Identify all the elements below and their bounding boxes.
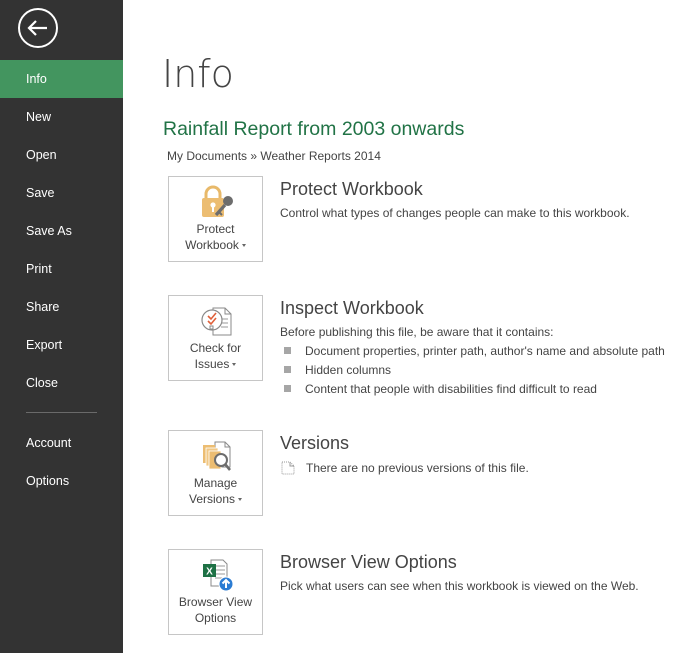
browser-view-options-button[interactable]: X Browser View Options: [168, 549, 263, 635]
versions-description: There are no previous versions of this f…: [306, 461, 529, 475]
svg-text:X: X: [206, 567, 213, 578]
inspect-item: Hidden columns: [305, 363, 392, 377]
nav-export[interactable]: Export: [0, 326, 123, 364]
nav-new[interactable]: New: [0, 98, 123, 136]
browser-view-options-description: Pick what users can see when this workbo…: [280, 579, 639, 593]
protect-workbook-description: Control what types of changes people can…: [280, 206, 630, 220]
inspect-label-line2: Issues: [194, 357, 230, 371]
dropdown-caret-icon: [238, 498, 243, 502]
protect-workbook-title: Protect Workbook: [280, 179, 423, 199]
nav-divider: [26, 412, 97, 413]
page-title: Info: [162, 52, 234, 96]
backstage-sidebar: Info New Open Save Save As Print Share E…: [0, 0, 123, 653]
lock-key-icon: [202, 185, 233, 217]
bullet-icon: [284, 347, 291, 354]
browser-view-options-title: Browser View Options: [280, 552, 457, 572]
inspect-label-line1: Check for: [189, 341, 242, 355]
manage-versions-label: Manage Versions: [169, 475, 262, 507]
nav-save[interactable]: Save: [0, 174, 123, 212]
nav-account[interactable]: Account: [0, 424, 123, 462]
nav-open[interactable]: Open: [0, 136, 123, 174]
info-pane: Info Rainfall Report from 2003 onwards M…: [123, 0, 685, 653]
versions-label-line1: Manage: [193, 476, 238, 490]
inspect-workbook-title: Inspect Workbook: [280, 298, 424, 318]
bullet-icon: [284, 366, 291, 373]
nav-options[interactable]: Options: [0, 462, 123, 500]
back-button[interactable]: [18, 8, 58, 48]
protect-label-line1: Protect: [196, 222, 235, 236]
nav-print[interactable]: Print: [0, 250, 123, 288]
inspect-item: Document properties, printer path, autho…: [305, 344, 665, 358]
check-for-issues-button[interactable]: Check for Issues: [168, 295, 263, 381]
excel-browser-view-icon: X: [203, 559, 234, 592]
nav-share[interactable]: Share: [0, 288, 123, 326]
manage-versions-button[interactable]: Manage Versions: [168, 430, 263, 516]
bullet-icon: [284, 385, 291, 392]
dropdown-caret-icon: [241, 244, 246, 248]
document-version-icon: [281, 461, 295, 475]
nav-save-as[interactable]: Save As: [0, 212, 123, 250]
inspect-item: Content that people with disabilities fi…: [305, 382, 597, 396]
versions-title: Versions: [280, 433, 350, 453]
browser-label-line2: Options: [194, 611, 237, 625]
versions-label-line2: Versions: [188, 492, 236, 506]
nav-info[interactable]: Info: [0, 60, 123, 98]
document-path[interactable]: My Documents » Weather Reports 2014: [167, 149, 381, 163]
check-document-icon: [201, 307, 232, 336]
protect-workbook-label: Protect Workbook: [169, 221, 262, 253]
manage-versions-icon: [203, 441, 231, 471]
dropdown-caret-icon: [232, 363, 237, 367]
protect-label-line2: Workbook: [185, 238, 239, 252]
protect-workbook-button[interactable]: Protect Workbook: [168, 176, 263, 262]
inspect-workbook-description: Before publishing this file, be aware th…: [280, 325, 554, 339]
check-for-issues-label: Check for Issues: [169, 340, 262, 372]
back-arrow-icon: [27, 20, 47, 36]
browser-label-line1: Browser View: [178, 595, 253, 609]
document-title: Rainfall Report from 2003 onwards: [163, 118, 465, 140]
nav-close[interactable]: Close: [0, 364, 123, 402]
browser-view-options-label: Browser View Options: [169, 594, 262, 626]
